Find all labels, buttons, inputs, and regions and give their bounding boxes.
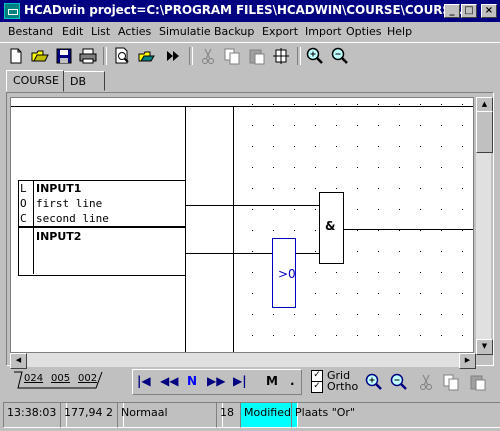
status-message: Plaats "Or" <box>291 402 500 428</box>
cut-icon[interactable] <box>198 46 218 66</box>
input1-block[interactable]: L O C INPUT1 first line second line <box>18 180 186 228</box>
save-icon[interactable] <box>54 46 74 66</box>
tab-db[interactable]: DB <box>63 71 105 91</box>
toolbar-separator <box>189 47 193 65</box>
scroll-right-icon[interactable]: ▶ <box>459 353 476 369</box>
marker-divider <box>33 181 34 227</box>
zoom-out-icon[interactable] <box>389 372 409 392</box>
input2-block[interactable]: INPUT2 <box>18 228 186 276</box>
zoom-in-icon[interactable] <box>305 46 325 66</box>
top-border-line <box>11 106 473 107</box>
marker-l: L <box>20 182 27 195</box>
minimize-button[interactable]: _ <box>444 4 460 18</box>
menu-backup[interactable]: Backup <box>214 25 254 38</box>
compare-block[interactable]: >0 <box>272 238 296 308</box>
marker-o: O <box>20 197 27 210</box>
input1-name: INPUT1 <box>36 182 82 195</box>
status-mode: Normaal <box>117 402 223 428</box>
print-preview-icon[interactable] <box>112 46 132 66</box>
horizontal-scrollbar[interactable]: ◀ ▶ <box>10 353 476 369</box>
sheet-tab-005[interactable]: 005 <box>49 372 72 390</box>
print-icon[interactable] <box>78 46 98 66</box>
menu-export[interactable]: Export <box>262 25 298 38</box>
menu-acties[interactable]: Acties <box>118 25 151 38</box>
dot-button[interactable]: . <box>290 374 295 388</box>
tab-course[interactable]: COURSE <box>6 70 64 92</box>
zoom-out-icon[interactable] <box>330 46 350 66</box>
m-button[interactable]: M <box>266 374 278 388</box>
cut-icon[interactable] <box>416 372 436 392</box>
menu-help[interactable]: Help <box>387 25 412 38</box>
status-coords: 177,94 2 <box>60 402 124 428</box>
and-gate[interactable]: & <box>319 192 344 264</box>
scroll-thumb[interactable] <box>476 111 493 153</box>
zoom-in-icon[interactable] <box>364 372 384 392</box>
vertical-scrollbar[interactable]: ▲ ▼ <box>476 97 493 355</box>
scroll-down-icon[interactable]: ▼ <box>476 339 493 355</box>
window-title: HCADwin project=C:\PROGRAM FILES\HCADWIN… <box>24 3 477 17</box>
marker-divider <box>33 228 34 274</box>
open-folder-icon[interactable] <box>30 46 50 66</box>
menu-opties[interactable]: Opties <box>346 25 382 38</box>
wire <box>343 229 473 230</box>
toolbar-separator <box>103 47 107 65</box>
column-line <box>233 106 234 352</box>
sheet-tab-024[interactable]: 024 <box>22 372 45 390</box>
copy-icon[interactable] <box>222 46 242 66</box>
wire <box>234 205 319 206</box>
input1-line1: first line <box>36 197 103 210</box>
close-button[interactable]: × <box>481 4 497 18</box>
menu-edit[interactable]: Edit <box>62 25 83 38</box>
menu-bestand[interactable]: Bestand <box>8 25 53 38</box>
prev-page-icon[interactable]: ◀◀ <box>160 374 178 388</box>
compare-label: >0 <box>278 267 296 281</box>
and-gate-label: & <box>325 219 336 233</box>
toolbar <box>0 42 500 68</box>
app-icon[interactable] <box>4 3 20 19</box>
paste-icon[interactable] <box>468 372 488 392</box>
scroll-left-icon[interactable]: ◀ <box>10 353 27 369</box>
menu-import[interactable]: Import <box>305 25 342 38</box>
menu-list[interactable]: List <box>91 25 110 38</box>
toolbar-separator <box>297 47 301 65</box>
status-time: 13:38:03 <box>3 402 67 428</box>
copy-icon[interactable] <box>441 372 461 392</box>
sheet-tab-002[interactable]: 002 <box>76 372 99 390</box>
new-file-icon[interactable] <box>6 46 26 66</box>
wire <box>186 253 234 254</box>
ortho-checkbox[interactable]: ✓ <box>311 381 323 393</box>
open-check-icon[interactable] <box>137 46 157 66</box>
paste-icon[interactable] <box>247 46 267 66</box>
new-page-button[interactable]: N <box>187 374 197 388</box>
fast-forward-icon[interactable] <box>163 46 183 66</box>
menu-simulatie[interactable]: Simulatie <box>159 25 211 38</box>
diagram-canvas[interactable]: L O C INPUT1 first line second line INPU… <box>10 97 474 353</box>
input1-markers: L O C <box>20 181 27 226</box>
first-page-icon[interactable]: |◀ <box>137 374 151 388</box>
status-modified: Modified <box>240 402 298 428</box>
next-page-icon[interactable]: ▶▶ <box>207 374 225 388</box>
input2-name: INPUT2 <box>36 230 82 243</box>
marker-c: C <box>20 212 27 225</box>
title-bar: HCADwin project=C:\PROGRAM FILES\HCADWIN… <box>0 0 500 22</box>
menu-bar: Bestand Edit List Acties Simulatie Backu… <box>0 22 500 42</box>
ortho-label: Ortho <box>327 380 359 393</box>
input1-line2: second line <box>36 212 109 225</box>
last-page-icon[interactable]: ▶| <box>233 374 247 388</box>
maximize-button[interactable]: □ <box>461 4 477 18</box>
insert-icon[interactable] <box>271 46 291 66</box>
wire <box>186 205 234 206</box>
